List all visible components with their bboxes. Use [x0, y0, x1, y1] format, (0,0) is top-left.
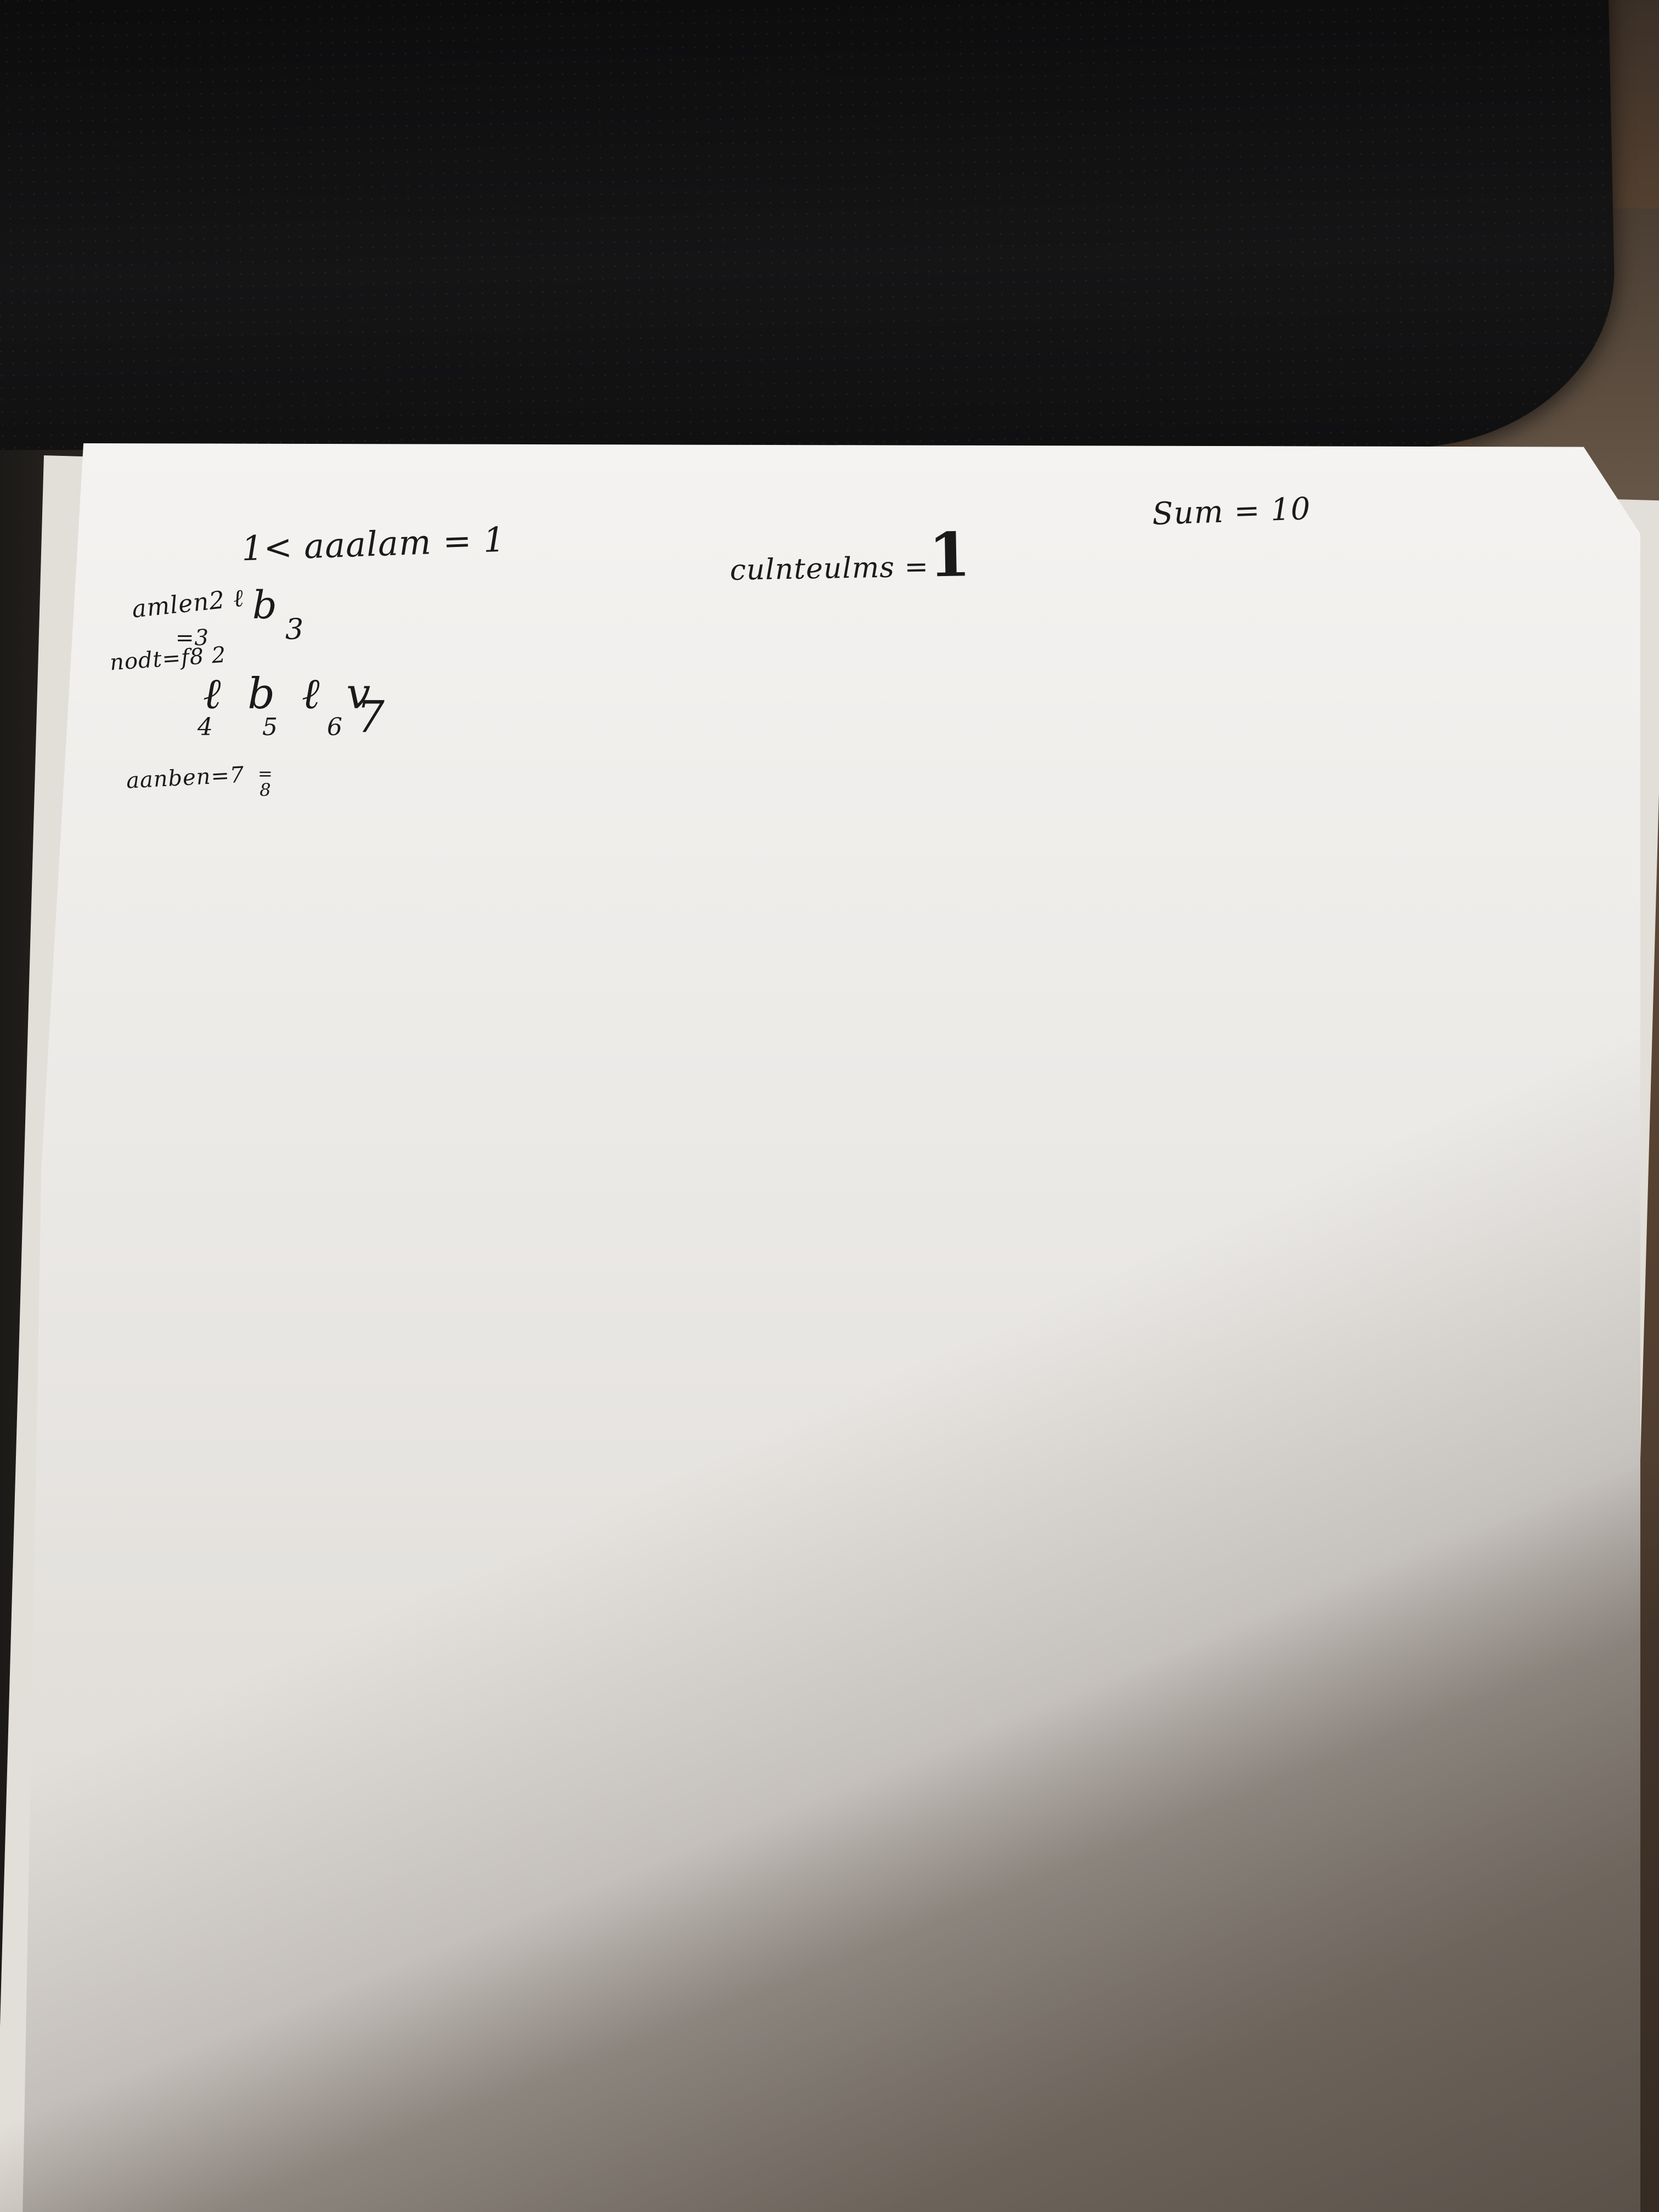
- handwritten-note-top-middle: culnteulms =1: [729, 519, 972, 594]
- top-middle-label: culnteulms =: [729, 550, 929, 587]
- top-middle-value: 1: [928, 519, 972, 591]
- handwritten-digit-row: 4 5 6: [198, 713, 363, 741]
- handwritten-branch-3: 3: [285, 613, 304, 646]
- handwritten-note-top-right: Sum = 10: [1151, 490, 1312, 533]
- black-mousepad: [0, 0, 1618, 478]
- handwritten-letter-row: ℓ b ℓ v: [203, 669, 377, 719]
- handwritten-branch-b: b: [252, 583, 278, 628]
- photo-scene: 1< aaalam = 1 culnteulms =1 Sum = 10 aml…: [0, 0, 1659, 2212]
- handwritten-fraction: = 8: [258, 765, 273, 800]
- fraction-bottom: 8: [259, 780, 272, 800]
